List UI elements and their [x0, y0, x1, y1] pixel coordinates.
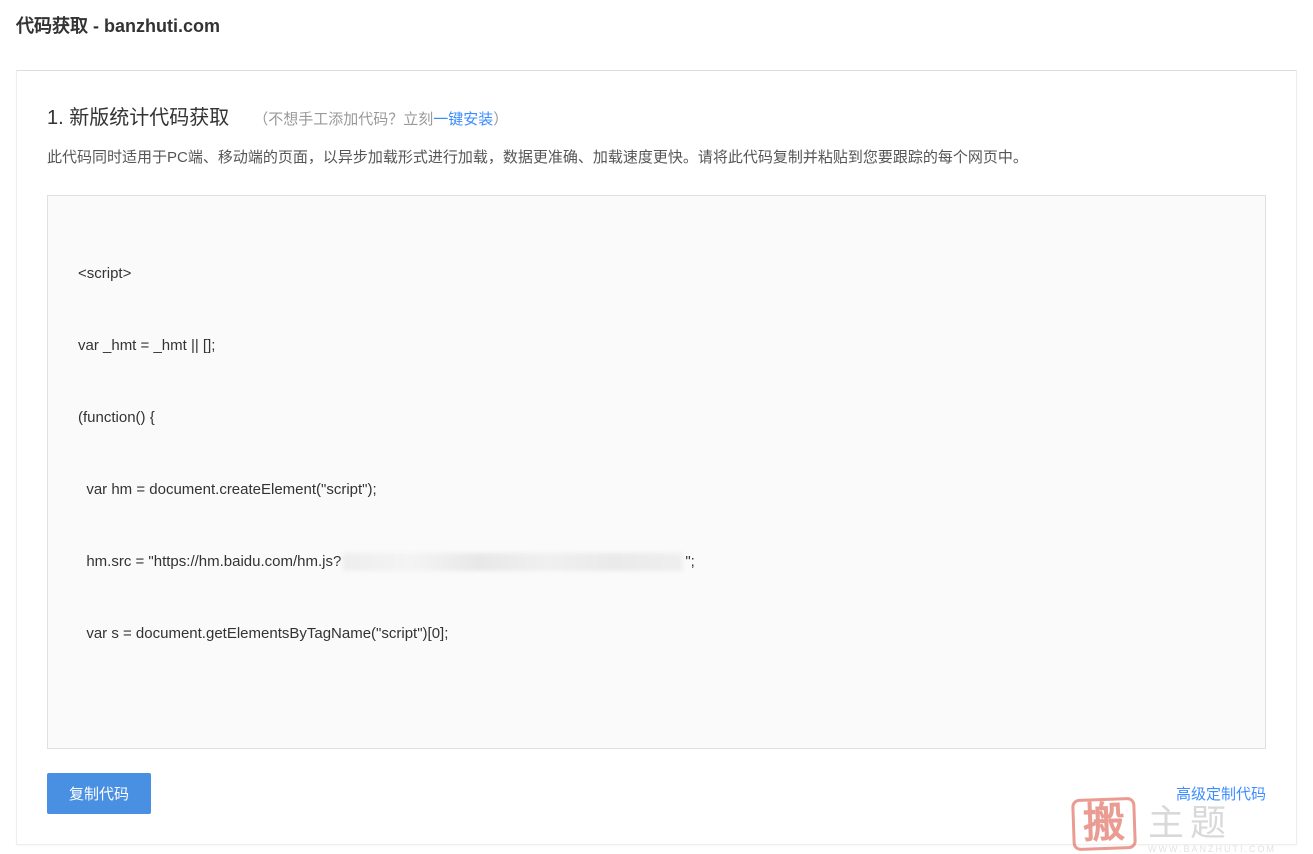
code-text: hm.src = "https://hm.baidu.com/hm.js? [78, 553, 341, 570]
copy-code-button[interactable]: 复制代码 [47, 773, 151, 814]
code-text: "; [685, 553, 695, 570]
main-panel: 1. 新版统计代码获取 （不想手工添加代码？立刻一键安装） 此代码同时适用于PC… [16, 70, 1297, 845]
subtitle-prefix: （不想手工添加代码？立刻 [253, 111, 433, 128]
watermark-url: WWW.BANZHUTI.COM [1148, 844, 1276, 854]
code-line: (function() { [78, 400, 1235, 436]
code-block: <script> var _hmt = _hmt || []; (functio… [47, 195, 1266, 749]
code-line: var s = document.getElementsByTagName("s… [78, 616, 1235, 652]
bottom-row: 复制代码 高级定制代码 [47, 773, 1266, 814]
code-line: var _hmt = _hmt || []; [78, 328, 1235, 364]
code-line: <script> [78, 256, 1235, 292]
code-line: var hm = document.createElement("script"… [78, 472, 1235, 508]
section-header: 1. 新版统计代码获取 （不想手工添加代码？立刻一键安装） [47, 101, 1266, 130]
page-title: 代码获取 - banzhuti.com [0, 0, 1313, 50]
code-line: hm.src = "https://hm.baidu.com/hm.js? "; [78, 544, 1235, 580]
section-subtitle: （不想手工添加代码？立刻一键安装） [253, 108, 508, 129]
redacted-token [343, 553, 683, 571]
advanced-customize-link[interactable]: 高级定制代码 [1176, 783, 1266, 804]
description-text: 此代码同时适用于PC端、移动端的页面，以异步加载形式进行加载，数据更准确、加载速… [47, 144, 1266, 171]
section-title: 1. 新版统计代码获取 [47, 101, 229, 130]
one-click-install-link[interactable]: 一键安装 [433, 111, 493, 128]
subtitle-suffix: ） [493, 111, 508, 128]
